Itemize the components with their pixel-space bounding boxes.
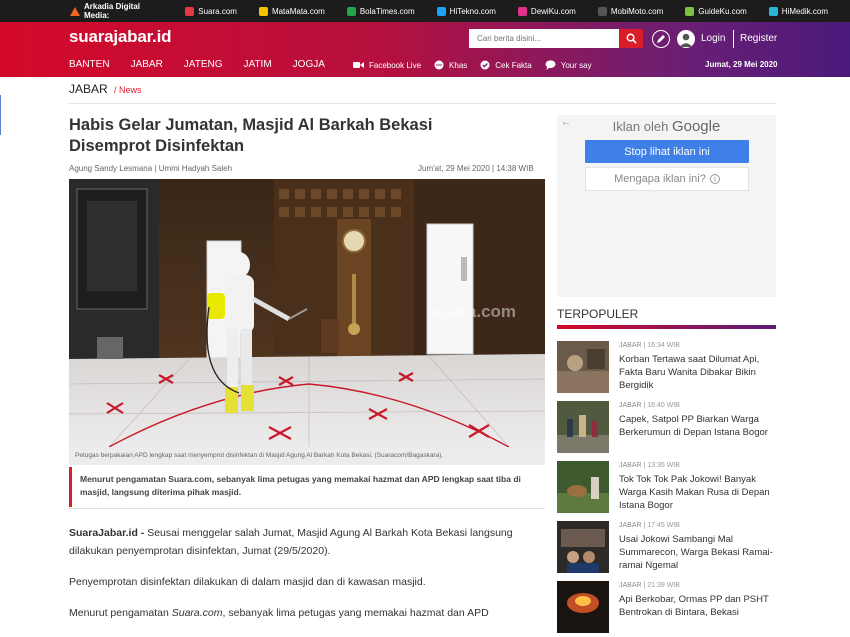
nav-banten[interactable]: BANTEN [69, 59, 110, 70]
article-title: Habis Gelar Jumatan, Masjid Al Barkah Be… [69, 116, 433, 155]
ad-panel: ← Iklan oleh Google Stop lihat iklan ini… [557, 115, 776, 297]
video-icon [353, 62, 364, 68]
network-bar: Arkadia Digital Media: Suara.com MataMat… [0, 0, 850, 22]
popular-thumbnail[interactable] [557, 581, 609, 633]
article-paragraph-2: Penyemprotan disinfektan dilakukan di da… [69, 576, 426, 588]
hitekno-logo-icon [436, 6, 446, 16]
network-site-mobimoto[interactable]: MobiMoto.com [597, 6, 663, 16]
user-avatar-button[interactable] [677, 30, 695, 48]
network-site-suara[interactable]: Suara.com [185, 6, 237, 16]
arkadia-logo-icon [70, 6, 80, 16]
ad-label: Iklan oleh Google [612, 118, 721, 135]
photo-watermark: suara.com [431, 302, 516, 321]
bolatimes-logo-icon [346, 6, 356, 16]
speech-icon [545, 60, 556, 70]
search-icon [626, 33, 637, 44]
popular-title[interactable]: Tok Tok Tok Pak Jokowi! Banyak Warga Kas… [619, 473, 777, 512]
stop-ad-button[interactable]: Stop lihat iklan ini [585, 140, 749, 163]
popular-title[interactable]: Korban Tertawa saat Dilumat Api, Fakta B… [619, 353, 777, 392]
header-date: Jumat, 29 Mei 2020 [705, 60, 778, 69]
suara-logo-icon [185, 6, 195, 16]
breadcrumb-section[interactable]: JABAR [69, 82, 108, 96]
left-edge-strip [0, 95, 1, 135]
popular-heading: TERPOPULER [557, 307, 639, 321]
network-site-dewiku[interactable]: DewiKu.com [517, 6, 576, 16]
matamata-logo-icon [258, 6, 268, 16]
popular-thumbnail[interactable] [557, 521, 609, 573]
popular-item[interactable]: JABAR | 13:35 WIB Tok Tok Tok Pak Jokowi… [557, 461, 777, 517]
site-header: suarajabar.id Login Register BANTEN JABA… [0, 22, 850, 77]
article-paragraph-1: SuaraJabar.id - Seusai menggelar salah J… [69, 527, 513, 557]
article-lead: Menurut pengamatan Suara.com, sebanyak l… [69, 467, 545, 507]
info-icon: i [709, 174, 720, 184]
write-button[interactable] [652, 30, 670, 48]
network-site-matamata[interactable]: MataMata.com [258, 6, 325, 16]
region-nav: BANTEN JABAR JATENG JATIM JOGJA [69, 59, 346, 70]
network-site-hitekno[interactable]: HiTekno.com [436, 6, 496, 16]
dewiku-logo-icon [517, 6, 527, 16]
popular-thumbnail[interactable] [557, 401, 609, 453]
check-icon [480, 60, 490, 70]
network-label: Arkadia Digital Media: [70, 2, 163, 20]
popular-item[interactable]: JABAR | 16:34 WIB Korban Tertawa saat Di… [557, 341, 777, 397]
popular-item[interactable]: JABAR | 21:39 WIB Api Berkobar, Ormas PP… [557, 581, 777, 637]
nav-jabar[interactable]: JABAR [131, 59, 163, 70]
nav-khas[interactable]: Khas [434, 60, 467, 70]
mosque-disinfection-photo: suara.com [69, 179, 545, 447]
register-link[interactable]: Register [740, 33, 777, 44]
guideku-logo-icon [685, 6, 695, 16]
network-site-himedik[interactable]: HiMedik.com [768, 6, 828, 16]
nav-jatim[interactable]: JATIM [244, 59, 272, 70]
network-site-bolatimes[interactable]: BolaTimes.com [346, 6, 415, 16]
breadcrumb-divider [69, 103, 777, 104]
popular-item[interactable]: JABAR | 17:45 WIB Usai Jokowi Sambangi M… [557, 521, 777, 577]
breadcrumb: JABAR / News [69, 82, 142, 96]
popular-title[interactable]: Usai Jokowi Sambangi Mal Summarecon, War… [619, 533, 777, 572]
article-authors[interactable]: Agung Sandy Lesmana | Ummi Hadyah Saleh [69, 164, 232, 173]
google-logo: Google [671, 118, 721, 135]
nav-cek-fakta[interactable]: Cek Fakta [480, 60, 532, 70]
popular-heading-bar [557, 325, 776, 329]
feature-nav: Facebook Live Khas Cek Fakta Your say [353, 60, 605, 70]
nav-your-say[interactable]: Your say [545, 60, 592, 70]
breadcrumb-sub[interactable]: / News [114, 85, 142, 95]
nav-jogja[interactable]: JOGJA [293, 59, 325, 70]
popular-title[interactable]: Capek, Satpol PP Biarkan Warga Berkerumu… [619, 413, 777, 439]
photo-caption: Petugas berpakaian APD lengkap saat meny… [69, 447, 545, 465]
popular-thumbnail[interactable] [557, 341, 609, 393]
lead-divider [69, 508, 545, 509]
why-ad-button[interactable]: Mengapa iklan ini? i [585, 167, 749, 191]
header-separator [733, 30, 734, 48]
article-paragraph-3: Menurut pengamatan Suara.com, sebanyak l… [69, 607, 489, 619]
popular-item[interactable]: JABAR | 16:40 WIB Capek, Satpol PP Biark… [557, 401, 777, 457]
popular-thumbnail[interactable] [557, 461, 609, 513]
search-input[interactable] [469, 29, 619, 48]
login-link[interactable]: Login [701, 33, 725, 44]
nav-jateng[interactable]: JATENG [184, 59, 223, 70]
search-button[interactable] [619, 29, 643, 48]
suara-link[interactable]: Suara.com [172, 607, 223, 619]
popular-title[interactable]: Api Berkobar, Ormas PP dan PSHT Bentroka… [619, 593, 777, 619]
network-site-guideku[interactable]: GuideKu.com [685, 6, 747, 16]
site-logo[interactable]: suarajabar.id [69, 27, 171, 47]
nav-facebook-live[interactable]: Facebook Live [353, 61, 421, 70]
article-source: SuaraJabar.id - [69, 527, 145, 539]
pencil-icon [657, 35, 665, 43]
himedik-logo-icon [768, 6, 778, 16]
mobimoto-logo-icon [597, 6, 607, 16]
article-date: Jum'at, 29 Mei 2020 | 14:38 WIB [418, 164, 534, 173]
article-photo[interactable]: suara.com [69, 179, 545, 447]
chat-icon [434, 60, 444, 70]
user-icon [679, 33, 693, 47]
